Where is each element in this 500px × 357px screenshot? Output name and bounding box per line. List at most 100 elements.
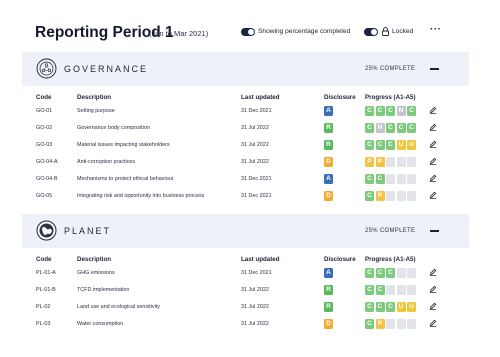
progress-chip-a3 xyxy=(386,285,395,295)
row-last-updated: 31 Dec 2021 xyxy=(241,270,272,276)
row-description: Governance body composition xyxy=(77,125,150,131)
table-row[interactable]: PL-01-A GHG emissions 31 Dec 2021 A C C C xyxy=(0,266,460,282)
progress-chip-a5: U xyxy=(407,140,416,150)
disclosure-badge: R xyxy=(324,123,333,133)
column-header-disclosure: Disclosure xyxy=(324,94,356,101)
row-last-updated: 31 Jul 2022 xyxy=(241,304,269,310)
table-row[interactable]: GO-04-B Mechanisms to protect ethical beh… xyxy=(0,172,460,188)
progress-chip-a4 xyxy=(396,174,406,184)
progress-chip-a3: C xyxy=(386,302,395,312)
table-row[interactable]: GO-01 Setting purpose 31 Dec 2021 A C C C N C xyxy=(0,104,460,120)
progress-chip-a5 xyxy=(407,157,416,167)
edit-icon[interactable] xyxy=(429,191,437,199)
progress-chip-a1: C xyxy=(365,174,374,184)
table-row[interactable]: PL-02 Land use and ecological sensitivity… xyxy=(0,300,460,316)
progress-chip-a1: C xyxy=(365,140,374,150)
row-last-updated: 31 Jul 2022 xyxy=(241,125,269,131)
progress-chip-a3 xyxy=(386,191,395,201)
progress-chip-a2: C xyxy=(375,302,385,312)
row-last-updated: 31 Jul 2022 xyxy=(241,159,269,165)
edit-icon[interactable] xyxy=(429,319,437,327)
section-title: GOVERNANCE xyxy=(64,64,149,74)
section-header-governance[interactable]: GOVERNANCE 25% COMPLETE xyxy=(22,52,469,86)
table-row[interactable]: GO-04-A Anti-corruption practices 31 Jul 2… xyxy=(0,155,460,171)
row-code: PL-03 xyxy=(36,321,51,327)
edit-icon[interactable] xyxy=(429,268,437,276)
section-percent-complete: 25% COMPLETE xyxy=(365,228,416,234)
table-row[interactable]: GO-03 Material issues impacting stakehold… xyxy=(0,138,460,154)
progress-chips: CCCUU xyxy=(365,302,425,312)
table-row[interactable]: GO-02 Governance body composition 31 Jul 2… xyxy=(0,121,460,137)
progress-chip-a5 xyxy=(407,285,416,295)
progress-chip-a5 xyxy=(407,319,416,329)
show-percentage-label: Showing percentage completed xyxy=(258,28,351,35)
row-description: Material issues impacting stakeholders xyxy=(77,142,170,148)
progress-chip-a3 xyxy=(386,174,395,184)
progress-chip-a2: C xyxy=(375,285,385,295)
progress-chip-a4: U xyxy=(396,302,406,312)
row-last-updated: 31 Dec 2021 xyxy=(241,193,272,199)
edit-icon[interactable] xyxy=(429,302,437,310)
collapse-icon[interactable] xyxy=(430,230,439,232)
table-header: Code Description Last updated Disclosure Pro… xyxy=(0,94,460,104)
progress-chip-a5: C xyxy=(407,106,416,116)
progress-chip-a4: U xyxy=(396,140,406,150)
disclosure-badge: A xyxy=(324,174,333,184)
edit-icon[interactable] xyxy=(429,140,437,148)
table-row[interactable]: PL-01-B TCFD implementation 31 Jul 2022 R C C xyxy=(0,283,460,299)
row-last-updated: 31 Jul 2022 xyxy=(241,142,269,148)
edit-icon[interactable] xyxy=(429,123,437,131)
progress-chip-a5: U xyxy=(407,302,416,312)
column-header-code: Code xyxy=(36,94,52,101)
column-header-description: Description xyxy=(77,94,112,101)
disclosure-badge: D xyxy=(324,157,333,167)
row-description: GHG emissions xyxy=(77,270,115,276)
lock-toggle[interactable] xyxy=(364,28,378,36)
edit-icon[interactable] xyxy=(429,106,437,114)
row-description: Mechanisms to protect ethical behaviour xyxy=(77,176,174,182)
section-percent-complete: 25% COMPLETE xyxy=(365,66,416,72)
progress-chips: CC xyxy=(365,174,425,184)
column-header-last-updated: Last updated xyxy=(241,256,280,263)
row-last-updated: 31 Dec 2021 xyxy=(241,176,272,182)
disclosure-badge: D xyxy=(324,191,333,201)
edit-icon[interactable] xyxy=(429,157,437,165)
edit-icon[interactable] xyxy=(429,285,437,293)
progress-chips: CNCCC xyxy=(365,123,425,133)
more-options-icon[interactable]: ··· xyxy=(430,25,442,35)
row-description: Water consumption xyxy=(77,321,124,327)
disclosure-badge: R xyxy=(324,302,333,312)
table-row[interactable]: PL-03 Water consumption 31 Jul 2022 D C P xyxy=(0,317,460,333)
progress-chip-a1: C xyxy=(365,268,374,278)
column-header-code: Code xyxy=(36,256,52,263)
progress-chips: PP xyxy=(365,157,425,167)
edit-icon[interactable] xyxy=(429,174,437,182)
collapse-icon[interactable] xyxy=(430,68,439,70)
progress-chip-a3: C xyxy=(386,123,395,133)
row-code: PL-02 xyxy=(36,304,51,310)
progress-chips: CC xyxy=(365,285,425,295)
progress-chip-a5 xyxy=(407,174,416,184)
row-description: Integrating risk and opportunity into bu… xyxy=(77,193,205,199)
column-header-progress: Progress (A1-A5) xyxy=(365,94,416,101)
page-header: Reporting Period 1 (Jan to Mar 2021) Sho… xyxy=(0,0,500,58)
disclosure-badge: R xyxy=(324,140,333,150)
row-code: PL-01-A xyxy=(36,270,56,276)
column-header-description: Description xyxy=(77,256,112,263)
progress-chip-a2: P xyxy=(375,157,385,167)
progress-chip-a2: C xyxy=(375,174,385,184)
progress-chip-a4 xyxy=(396,268,406,278)
disclosure-badge: A xyxy=(324,268,333,278)
row-last-updated: 31 Jul 2022 xyxy=(241,287,269,293)
show-percentage-toggle[interactable] xyxy=(241,28,255,36)
row-code: GO-04-A xyxy=(36,159,58,165)
progress-chip-a4 xyxy=(396,191,406,201)
progress-chip-a2: N xyxy=(375,123,385,133)
progress-chip-a2: P xyxy=(375,191,385,201)
section-header-planet[interactable]: PLANET 25% COMPLETE xyxy=(22,214,469,248)
row-description: TCFD implementation xyxy=(77,287,130,293)
disclosure-badge: A xyxy=(324,106,333,116)
progress-chip-a5 xyxy=(407,268,416,278)
lock-icon xyxy=(382,27,389,36)
table-row[interactable]: GO-05 Integrating risk and opportunity in… xyxy=(0,189,460,205)
